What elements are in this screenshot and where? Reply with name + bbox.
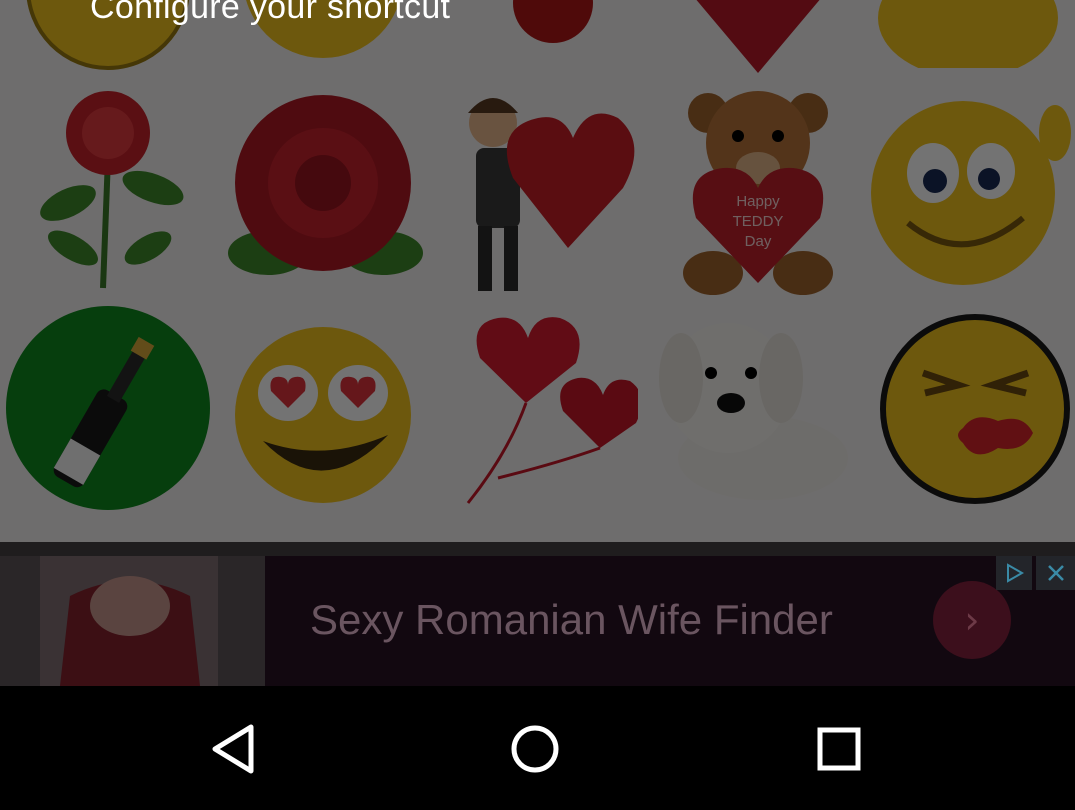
navigation-bar xyxy=(0,686,1075,810)
ad-arrow-button[interactable]: › xyxy=(933,581,1011,659)
shortcut-config-screen: Happy TEDDY Day xyxy=(0,0,1075,548)
divider xyxy=(0,542,1075,556)
ad-text[interactable]: Sexy Romanian Wife Finder xyxy=(310,596,833,644)
home-button[interactable] xyxy=(500,714,570,784)
recents-button[interactable] xyxy=(804,714,874,784)
dialog-scrim[interactable] xyxy=(0,0,1075,548)
home-icon xyxy=(511,725,559,773)
back-icon xyxy=(212,724,254,774)
dialog-title: Configure your shortcut xyxy=(90,0,451,26)
ad-banner[interactable]: Sexy Romanian Wife Finder › xyxy=(0,556,1075,686)
close-icon[interactable] xyxy=(1036,556,1075,590)
back-button[interactable] xyxy=(198,714,268,784)
ad-image[interactable] xyxy=(0,556,265,686)
adchoices-icon[interactable] xyxy=(996,556,1032,590)
recents-icon xyxy=(817,727,861,771)
ad-image-photo xyxy=(40,556,218,686)
